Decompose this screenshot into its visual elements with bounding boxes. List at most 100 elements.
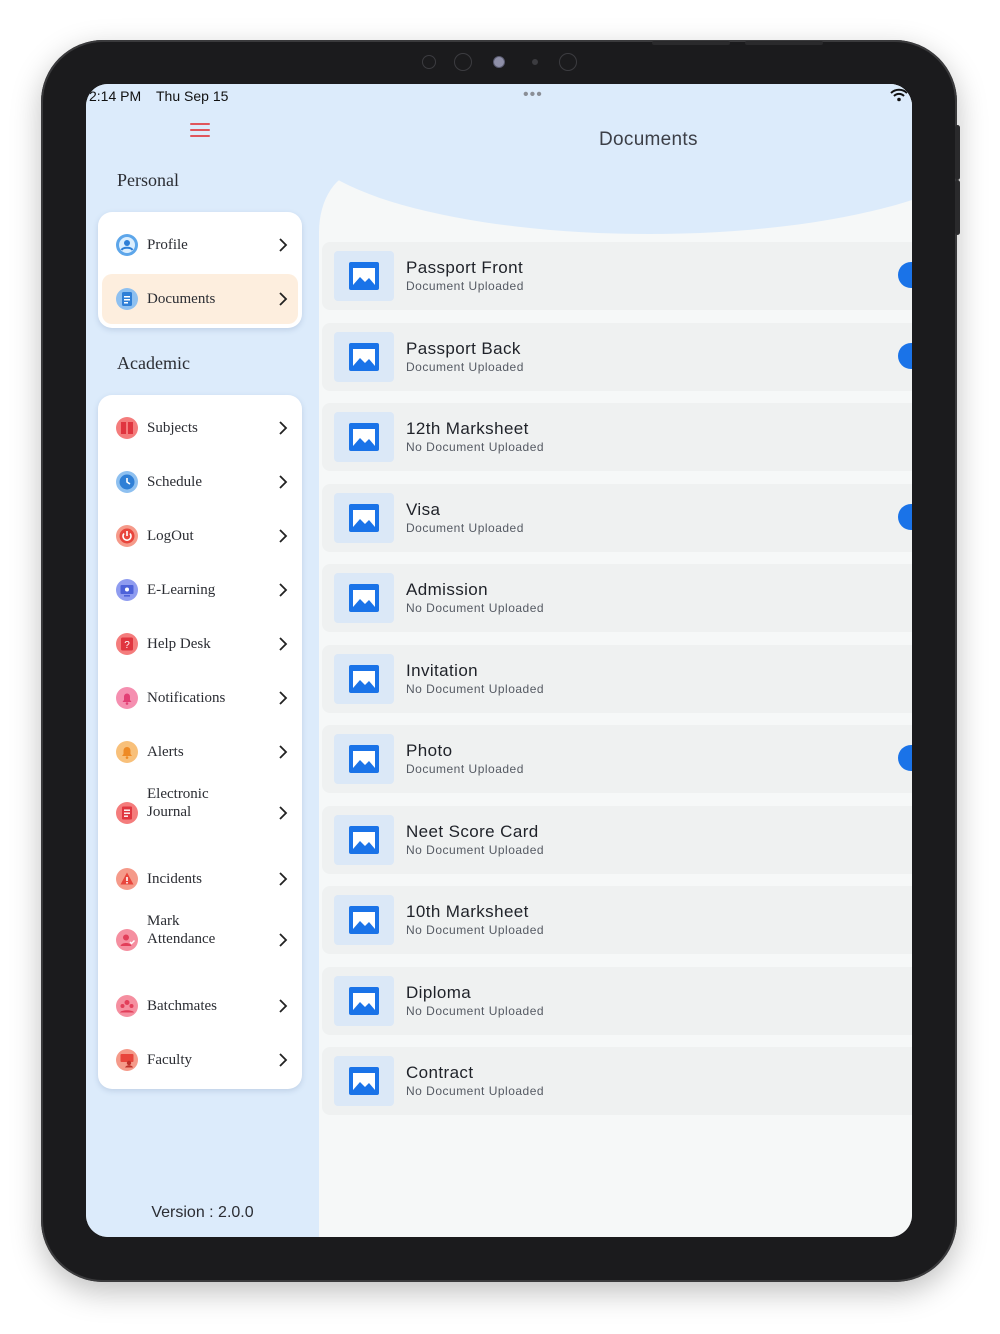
chevron-right-icon	[279, 1053, 288, 1067]
faculty-icon	[115, 1048, 139, 1072]
label-line-2: Journal	[147, 804, 192, 820]
section-label-personal: Personal	[117, 170, 179, 190]
chevron-right-icon	[279, 933, 288, 947]
e-learning-icon	[115, 578, 139, 602]
uploaded-check-icon[interactable]	[898, 343, 912, 369]
chevron-right-icon	[279, 583, 288, 597]
chevron-right-icon	[279, 529, 288, 543]
document-status: No Document Uploaded	[406, 1004, 545, 1018]
document-row[interactable]: Passport Back Document Uploaded	[322, 323, 912, 391]
document-row[interactable]: 12th Marksheet No Document Uploaded	[322, 403, 912, 471]
sidebar-item-profile[interactable]: Profile	[102, 220, 298, 270]
status-bar: 2:14 PM Thu Sep 15 •••	[86, 84, 912, 110]
sidebar-item-batchmates[interactable]: Batchmates	[102, 981, 298, 1031]
chevron-right-icon	[279, 745, 288, 759]
page-title: Documents	[599, 129, 698, 150]
document-status: No Document Uploaded	[406, 440, 545, 454]
uploaded-check-icon[interactable]	[898, 262, 912, 288]
hamburger-icon[interactable]	[190, 122, 210, 138]
document-status: No Document Uploaded	[406, 1084, 545, 1098]
document-status: No Document Uploaded	[406, 601, 545, 615]
image-icon	[334, 815, 394, 865]
sidebar-item-logout[interactable]: LogOut	[102, 511, 298, 561]
sidebar: Personal Profile Documents Academic Subj…	[86, 84, 319, 1237]
sidebar-item-notifications[interactable]: Notifications	[102, 673, 298, 723]
app-version: Version : 2.0.0	[151, 1204, 254, 1221]
image-icon	[334, 734, 394, 784]
sidebar-item-label: Help Desk	[147, 636, 211, 652]
uploaded-check-icon[interactable]	[898, 745, 912, 771]
chevron-right-icon	[279, 691, 288, 705]
sidebar-item-label: Alerts	[147, 744, 184, 760]
volume-button	[745, 41, 823, 45]
sidebar-item-label: Documents	[147, 291, 216, 307]
sidebar-item-mark-attendance[interactable]: Mark Attendance	[102, 908, 298, 972]
sidebar-item-schedule[interactable]: Schedule	[102, 457, 298, 507]
power-button	[955, 125, 960, 180]
sidebar-item-label: Profile	[147, 237, 188, 253]
document-row[interactable]: Diploma No Document Uploaded	[322, 967, 912, 1035]
label-line-1: Mark	[147, 913, 180, 929]
image-icon	[334, 654, 394, 704]
chevron-right-icon	[279, 872, 288, 886]
label-line-1: Electronic	[147, 786, 209, 802]
document-row[interactable]: Contract No Document Uploaded	[322, 1047, 912, 1115]
sidebar-item-label: Notifications	[147, 690, 226, 706]
document-title: Diploma	[406, 983, 472, 1002]
image-icon	[334, 493, 394, 543]
sidebar-item-incidents[interactable]: Incidents	[102, 854, 298, 904]
sidebar-item-label: Incidents	[147, 871, 202, 887]
chevron-right-icon	[279, 806, 288, 820]
image-icon	[334, 332, 394, 382]
status-time: 2:14 PM	[89, 88, 142, 104]
electronic-journal-icon	[115, 801, 139, 825]
document-title: Photo	[406, 741, 453, 760]
subjects-icon	[115, 416, 139, 440]
sidebar-item-label: Electronic Journal	[147, 785, 209, 821]
help-desk-icon: ?	[115, 632, 139, 656]
document-status: Document Uploaded	[406, 762, 524, 776]
document-status: Document Uploaded	[406, 360, 524, 374]
wifi-icon	[890, 88, 908, 102]
document-row[interactable]: Visa Document Uploaded	[322, 484, 912, 552]
document-status: No Document Uploaded	[406, 682, 545, 696]
document-title: Neet Score Card	[406, 822, 539, 841]
document-row[interactable]: Neet Score Card No Document Uploaded	[322, 806, 912, 874]
chevron-right-icon	[279, 421, 288, 435]
sidebar-item-alerts[interactable]: Alerts	[102, 727, 298, 777]
document-row[interactable]: Admission No Document Uploaded	[322, 564, 912, 632]
profile-icon	[115, 233, 139, 257]
document-status: No Document Uploaded	[406, 923, 545, 937]
sidebar-item-faculty[interactable]: Faculty	[102, 1035, 298, 1085]
document-title: Invitation	[406, 661, 479, 680]
image-icon	[334, 573, 394, 623]
label-line-2: Attendance	[147, 931, 216, 947]
document-title: 12th Marksheet	[406, 419, 529, 438]
chevron-right-icon	[279, 475, 288, 489]
document-row[interactable]: 10th Marksheet No Document Uploaded	[322, 886, 912, 954]
mark-attendance-icon	[115, 928, 139, 952]
sidebar-item-label: Mark Attendance	[147, 912, 215, 948]
sidebar-item-e-learning[interactable]: E-Learning	[102, 565, 298, 615]
document-status: No Document Uploaded	[406, 843, 545, 857]
image-icon	[334, 412, 394, 462]
sidebar-item-electronic-journal[interactable]: Electronic Journal	[102, 781, 298, 845]
sidebar-item-documents[interactable]: Documents	[102, 274, 298, 324]
personal-menu-card: Profile Documents	[98, 212, 302, 328]
image-icon	[334, 976, 394, 1026]
logout-icon	[115, 524, 139, 548]
document-row[interactable]: Invitation No Document Uploaded	[322, 645, 912, 713]
document-row[interactable]: Passport Front Document Uploaded	[322, 242, 912, 310]
side-button	[955, 180, 960, 235]
sidebar-item-help-desk[interactable]: ? Help Desk	[102, 619, 298, 669]
document-row[interactable]: Photo Document Uploaded	[322, 725, 912, 793]
section-label-academic: Academic	[117, 353, 190, 373]
uploaded-check-icon[interactable]	[898, 504, 912, 530]
camera-array	[420, 52, 590, 72]
chevron-right-icon	[279, 292, 288, 306]
app-screen: Personal Profile Documents Academic Subj…	[86, 84, 912, 1237]
multitasking-dots-icon[interactable]: •••	[523, 87, 543, 103]
status-date: Thu Sep 15	[156, 88, 229, 104]
sidebar-item-subjects[interactable]: Subjects	[102, 403, 298, 453]
document-title: Passport Back	[406, 339, 521, 358]
